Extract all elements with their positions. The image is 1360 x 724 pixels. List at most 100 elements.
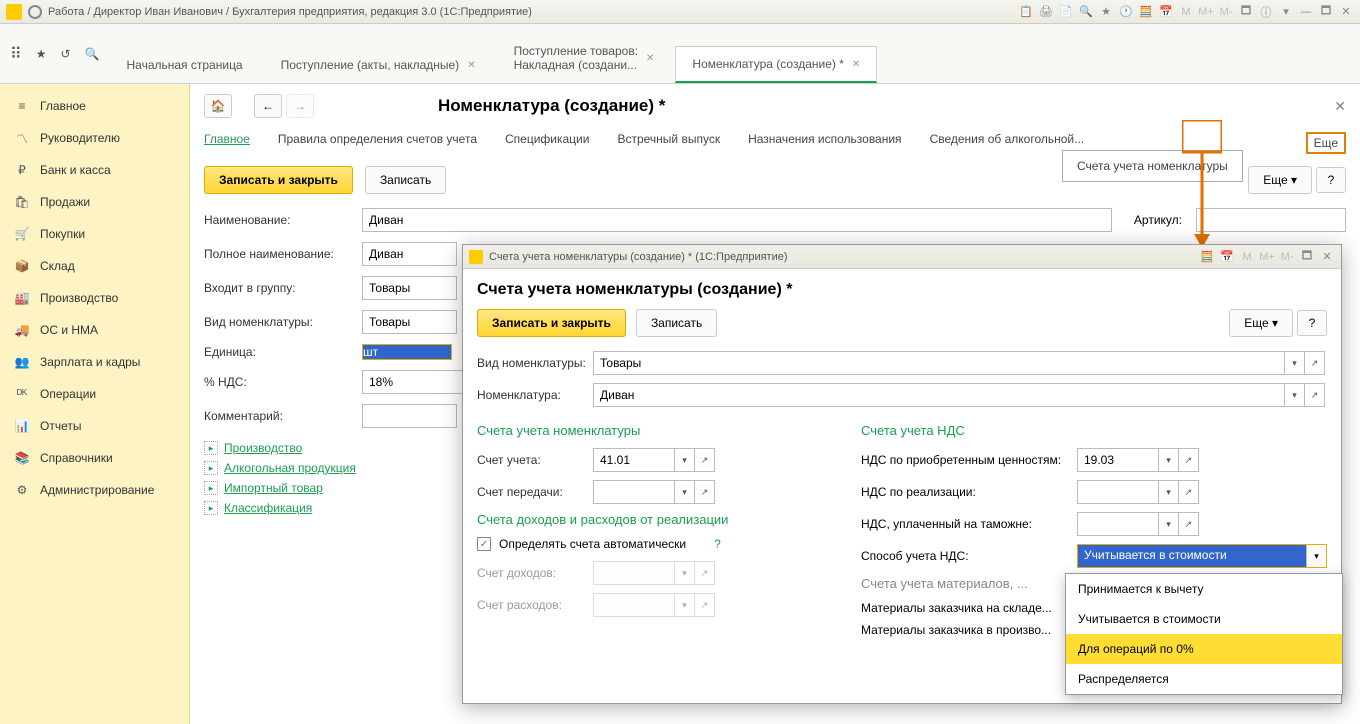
open-icon[interactable]: ↗ [1178, 449, 1198, 471]
popup-nom-input[interactable] [594, 384, 1284, 406]
sidebar-item-operations[interactable]: ᴰᴷОперации [0, 378, 189, 410]
dropdown-icon[interactable]: ▾ [1158, 481, 1178, 503]
dropdown-icon[interactable]: ▾ [1158, 513, 1178, 535]
m-plus-btn[interactable]: M+ [1259, 249, 1275, 265]
clock-icon[interactable]: 🕐 [1118, 4, 1134, 20]
subnav-rules[interactable]: Правила определения счетов учета [278, 132, 477, 154]
popup-kind-input[interactable] [594, 352, 1284, 374]
dropdown-opt-cost[interactable]: Учитывается в стоимости [1066, 604, 1342, 634]
open-icon[interactable]: ↗ [1304, 352, 1324, 374]
star-icon[interactable]: ★ [1098, 4, 1114, 20]
home-button[interactable]: 🏠 [204, 94, 232, 118]
sidebar-item-refs[interactable]: 📚Справочники [0, 442, 189, 474]
open-icon[interactable]: ↗ [694, 481, 714, 503]
open-icon[interactable]: ↗ [1304, 384, 1324, 406]
history-icon[interactable]: ↺ [60, 47, 70, 61]
help-icon[interactable]: ? [714, 537, 721, 551]
sidebar-item-bank[interactable]: ₽Банк и касса [0, 154, 189, 186]
more-button[interactable]: Еще ▾ [1248, 166, 1312, 194]
subnav-specs[interactable]: Спецификации [505, 132, 589, 154]
m-minus-btn[interactable]: M- [1279, 249, 1295, 265]
sidebar-item-salary[interactable]: 👥Зарплата и кадры [0, 346, 189, 378]
kind-input[interactable] [362, 310, 457, 334]
group-input[interactable] [362, 276, 457, 300]
popup-kind-combo[interactable]: ▾↗ [593, 351, 1325, 375]
maximize-icon[interactable]: 🗖 [1318, 4, 1334, 20]
save-close-button[interactable]: Записать и закрыть [204, 166, 353, 194]
vat-real-input[interactable] [1078, 481, 1158, 503]
vat-cust-input[interactable] [1078, 513, 1158, 535]
close-icon[interactable]: ✕ [1338, 4, 1354, 20]
link-production[interactable]: Производство [224, 441, 302, 455]
auto-checkbox[interactable]: ✓ [477, 537, 491, 551]
sidebar-item-manager[interactable]: 〽Руководителю [0, 122, 189, 154]
save-button[interactable]: Записать [365, 166, 446, 194]
expand-icon[interactable]: ▸ [204, 461, 218, 475]
open-icon[interactable]: ↗ [1178, 513, 1198, 535]
popup-save-button[interactable]: Записать [636, 309, 717, 337]
calc-icon[interactable]: 🧮 [1199, 249, 1215, 265]
minimize-icon[interactable]: — [1298, 4, 1314, 20]
dropdown-icon[interactable]: ▾ [1284, 352, 1304, 374]
link-import[interactable]: Импортный товар [224, 481, 323, 495]
m-plus-btn[interactable]: M+ [1198, 4, 1214, 20]
expand-icon[interactable]: ▸ [204, 501, 218, 515]
toolbar-icon[interactable]: 📄 [1058, 4, 1074, 20]
fullname-input[interactable] [362, 242, 457, 266]
sidebar-item-sales[interactable]: 🛍Продажи [0, 186, 189, 218]
toolbar-icon[interactable]: 🖨 [1038, 4, 1054, 20]
sidebar-item-reports[interactable]: 📊Отчеты [0, 410, 189, 442]
tab-close-icon[interactable]: ✕ [646, 53, 654, 64]
tab-goods[interactable]: Поступление товаров:Накладная (создани..… [497, 33, 672, 83]
cal-icon[interactable]: 📅 [1158, 4, 1174, 20]
toolbar-icon[interactable]: 🔍 [1078, 4, 1094, 20]
m-minus-btn[interactable]: M- [1218, 4, 1234, 20]
tab-nomenclature[interactable]: Номенклатура (создание) *✕ [675, 46, 877, 83]
expand-icon[interactable]: ▸ [204, 441, 218, 455]
tab-close-icon[interactable]: ✕ [852, 59, 860, 70]
sidebar-item-assets[interactable]: 🚚ОС и НМА [0, 314, 189, 346]
info-icon[interactable]: ⓘ [1258, 4, 1274, 20]
open-icon[interactable]: ↗ [1178, 481, 1198, 503]
expand-icon[interactable]: ▸ [204, 481, 218, 495]
search-icon[interactable]: 🔍 [85, 47, 100, 61]
dropdown-icon[interactable]: ▾ [1158, 449, 1178, 471]
window-restore-icon[interactable]: 🗖 [1238, 4, 1254, 20]
star-icon[interactable]: ★ [36, 47, 47, 61]
tab-close-icon[interactable]: ✕ [467, 60, 475, 71]
m-btn[interactable]: M [1239, 249, 1255, 265]
link-alcohol[interactable]: Алкогольная продукция [224, 461, 356, 475]
popup-more-button[interactable]: Еще ▾ [1229, 309, 1293, 337]
subnav-more[interactable]: Еще [1306, 132, 1346, 154]
vat-cust-combo[interactable]: ▾↗ [1077, 512, 1199, 536]
popup-help-button[interactable]: ? [1297, 310, 1327, 336]
dropdown-icon[interactable]: ▾ [1306, 545, 1326, 567]
window-restore-icon[interactable]: 🗖 [1299, 249, 1315, 265]
sidebar-item-admin[interactable]: ⚙Администрирование [0, 474, 189, 506]
cal-icon[interactable]: 📅 [1219, 249, 1235, 265]
back-button[interactable]: ← [254, 94, 282, 118]
tab-acts[interactable]: Поступление (акты, накладные)✕ [264, 47, 493, 83]
popup-save-close-button[interactable]: Записать и закрыть [477, 309, 626, 337]
trans-combo[interactable]: ▾↗ [593, 480, 715, 504]
dropdown-icon[interactable]: ▾ [1278, 4, 1294, 20]
acc-combo[interactable]: ▾↗ [593, 448, 715, 472]
dropdown-icon[interactable]: ▾ [674, 481, 694, 503]
subnav-usage[interactable]: Назначения использования [748, 132, 901, 154]
toolbar-icon[interactable]: 📋 [1018, 4, 1034, 20]
name-input[interactable] [362, 208, 1112, 232]
close-page-icon[interactable]: ✕ [1334, 98, 1346, 115]
acc-input[interactable] [594, 449, 674, 471]
subnav-alcohol[interactable]: Сведения об алкогольной... [930, 132, 1085, 154]
subnav-main[interactable]: Главное [204, 132, 250, 154]
dropdown-icon[interactable]: ▾ [1284, 384, 1304, 406]
vat-acq-input[interactable] [1078, 449, 1158, 471]
sidebar-item-purchases[interactable]: 🛒Покупки [0, 218, 189, 250]
close-icon[interactable]: ✕ [1319, 249, 1335, 265]
vat-method-combo[interactable]: Учитывается в стоимости ▾ [1077, 544, 1327, 568]
dropdown-icon[interactable]: ▾ [674, 449, 694, 471]
dropdown-opt-zero[interactable]: Для операций по 0% [1066, 634, 1342, 664]
comment-input[interactable] [362, 404, 457, 428]
open-icon[interactable]: ↗ [694, 449, 714, 471]
calc-icon[interactable]: 🧮 [1138, 4, 1154, 20]
